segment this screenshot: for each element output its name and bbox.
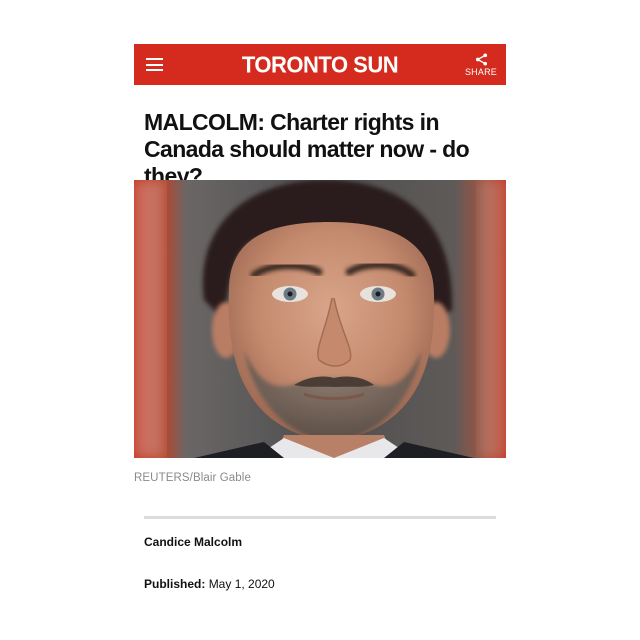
author-name[interactable]: Candice Malcolm: [144, 535, 242, 549]
photo-credit: REUTERS/Blair Gable: [134, 472, 251, 484]
share-label: SHARE: [464, 66, 497, 77]
site-logo: TORONTO SUN: [241, 50, 399, 78]
portrait-image: [134, 180, 506, 458]
article-card: TORONTO SUN SHARE MALCOLM: Charter right…: [134, 44, 506, 591]
divider: [144, 516, 496, 519]
published-label: Published:: [144, 577, 206, 591]
published-line: Published: May 1, 2020: [144, 577, 275, 591]
published-date: May 1, 2020: [208, 577, 275, 591]
article-photo[interactable]: [134, 180, 506, 458]
share-icon: [475, 52, 487, 66]
share-button[interactable]: SHARE: [458, 44, 504, 85]
menu-button[interactable]: [134, 44, 174, 85]
hamburger-menu-icon: [145, 58, 163, 71]
article-headline[interactable]: MALCOLM: Charter rights in Canada should…: [144, 109, 504, 190]
site-header: TORONTO SUN SHARE: [134, 44, 506, 85]
